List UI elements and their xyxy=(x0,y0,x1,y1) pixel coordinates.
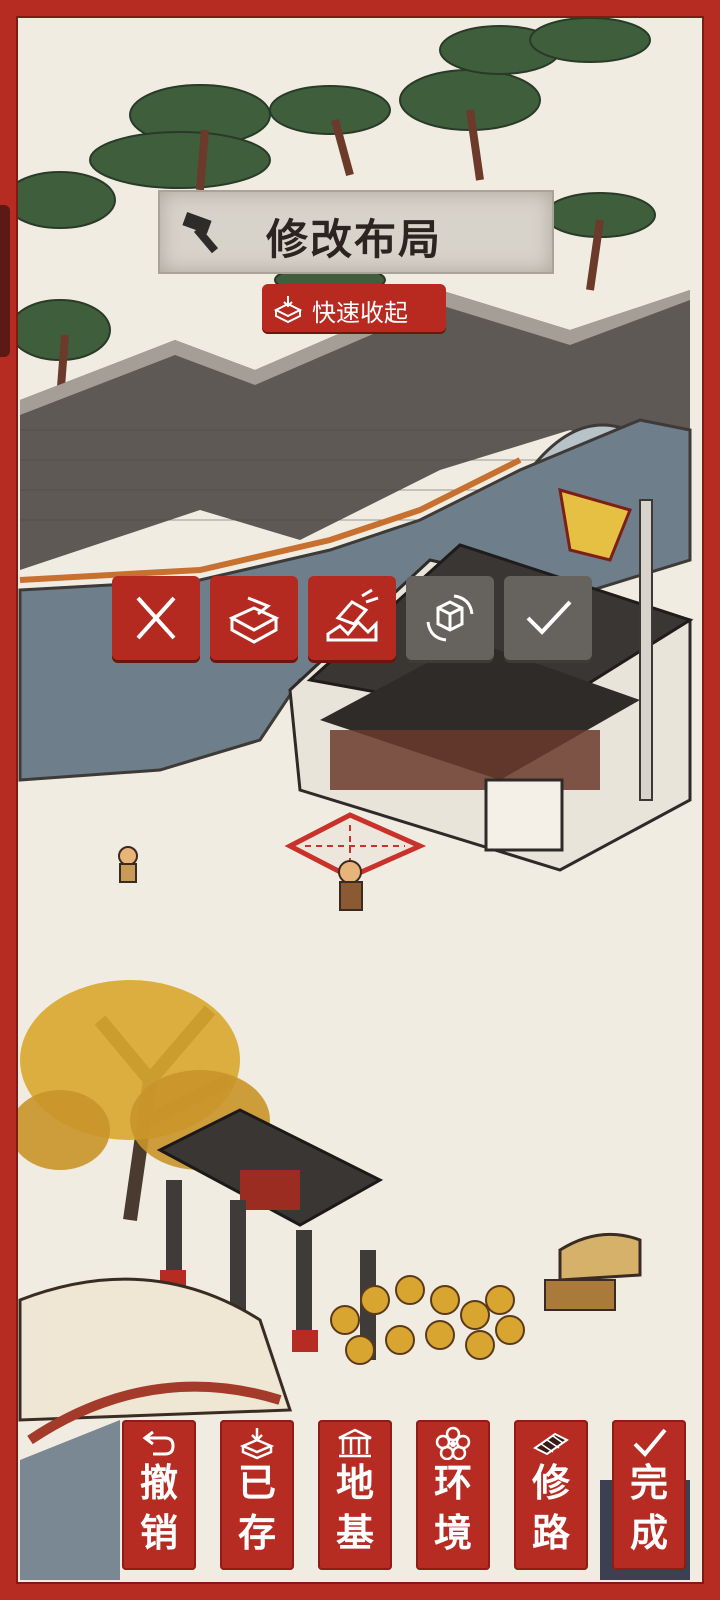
environment-label-2: 境 xyxy=(433,1510,472,1555)
road-tile-icon xyxy=(533,1432,569,1456)
foundation-label-1: 地 xyxy=(335,1460,374,1505)
flower-icon xyxy=(435,1426,471,1460)
rotate-button[interactable] xyxy=(406,576,494,660)
stored-label-2: 存 xyxy=(237,1510,276,1555)
demolish-icon xyxy=(326,588,379,642)
cancel-button[interactable] xyxy=(112,576,200,660)
undo-label-1: 撤 xyxy=(139,1460,178,1505)
foundation-icon xyxy=(338,1428,372,1458)
undo-label-2: 销 xyxy=(139,1510,178,1555)
bottom-menu: 撤 销 已 存 地 基 环 境 修 路 完 成 xyxy=(122,1420,686,1580)
store-building-button[interactable] xyxy=(210,576,298,660)
stack-box-icon xyxy=(273,296,303,324)
side-drawer-handle[interactable] xyxy=(0,205,10,357)
check-icon xyxy=(526,600,572,635)
store-box-icon xyxy=(228,596,280,644)
close-icon xyxy=(136,596,176,640)
road-label-1: 修 xyxy=(531,1460,570,1505)
building-edit-toolbar xyxy=(112,576,594,660)
done-button[interactable]: 完 成 xyxy=(612,1420,686,1570)
stored-label-1: 已 xyxy=(237,1460,276,1505)
check-icon xyxy=(633,1428,667,1457)
done-label-1: 完 xyxy=(629,1460,668,1505)
road-button[interactable]: 修 路 xyxy=(514,1420,588,1570)
foundation-label-2: 基 xyxy=(335,1510,374,1555)
quick-collapse-button[interactable]: 快速收起 xyxy=(262,284,446,332)
stored-button[interactable]: 已 存 xyxy=(220,1420,294,1570)
hammer-icon xyxy=(182,211,219,254)
page-title: 修改布局 xyxy=(266,215,443,264)
game-screen: 修改布局 快速收起 撤 销 已 存 地 基 环 境 修 路 完 成 xyxy=(0,0,720,1600)
environment-button[interactable]: 环 境 xyxy=(416,1420,490,1570)
undo-button[interactable]: 撤 销 xyxy=(122,1420,196,1570)
foundation-button[interactable]: 地 基 xyxy=(318,1420,392,1570)
environment-label-1: 环 xyxy=(433,1460,472,1505)
stored-box-icon xyxy=(239,1428,275,1460)
quick-collapse-label: 快速收起 xyxy=(312,299,408,327)
road-label-2: 路 xyxy=(531,1510,570,1555)
edit-layout-banner: 修改布局 xyxy=(158,190,554,274)
confirm-placement-button[interactable] xyxy=(504,576,592,660)
undo-icon xyxy=(142,1430,175,1456)
rotate-icon xyxy=(426,594,474,642)
done-label-2: 成 xyxy=(629,1510,668,1555)
demolish-button[interactable] xyxy=(308,576,396,660)
